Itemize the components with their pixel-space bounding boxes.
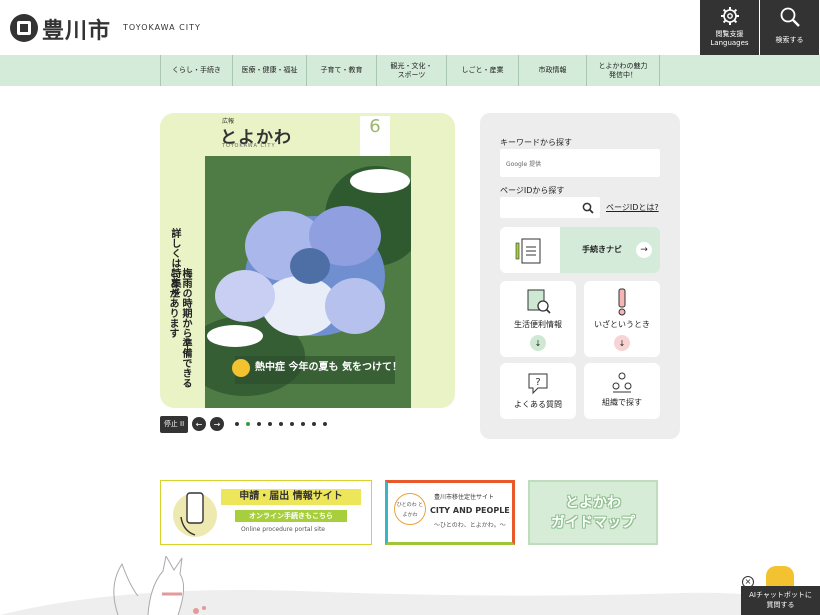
fox-mascot-icon — [113, 556, 206, 615]
search-icon[interactable] — [582, 202, 594, 214]
slider-dot[interactable] — [323, 422, 327, 426]
question-bubble-icon: ? — [528, 373, 548, 395]
slider-pagination — [228, 422, 327, 426]
org-chart-icon — [612, 372, 632, 393]
page-id-heading: ページIDから探す — [500, 186, 565, 195]
people-banner-tag: 〜ひとのわ、とよかわ。〜 — [434, 522, 506, 529]
magnifier-icon — [780, 7, 800, 27]
tile-organization[interactable]: 組織で探す — [584, 363, 660, 419]
keyword-search-heading: キーワードから探す — [500, 138, 572, 147]
ai-chatbot-button[interactable]: AIチャットボットに 質問する — [741, 586, 820, 615]
site-logo-text[interactable]: 豊川市 — [42, 13, 111, 45]
slider-dot[interactable] — [301, 422, 305, 426]
slider-next-button[interactable]: → — [210, 417, 224, 431]
nav-item-health[interactable]: 医療・健康・福祉 — [232, 55, 306, 86]
nav-item-tourism[interactable]: 観光・文化・ スポーツ — [376, 55, 446, 86]
tile-emergency[interactable]: いざというとき ↓ — [584, 281, 660, 357]
slider-controls: 停止 II ← → — [160, 415, 327, 433]
nav-item-label: とよかわの魅力 発信中！ — [598, 61, 648, 79]
nav-item-label: 観光・文化・ スポーツ — [390, 61, 433, 79]
accessibility-languages-label: 閲覧支援 Languages — [710, 30, 749, 47]
online-procedure-banner[interactable]: 申請・届出 情報サイト オンライン手続きもこちら Online procedur… — [160, 480, 372, 545]
feature-caption: 熱中症 今年の夏も 気をつけて！ — [255, 362, 402, 373]
nav-item-label: 医療・健康・福祉 — [241, 66, 298, 74]
people-banner-top: 豊川市移住定住サイト — [434, 494, 495, 501]
svg-text:?: ? — [535, 377, 540, 388]
city-and-people-banner[interactable]: ひとのわ とよかわ 豊川市移住定住サイト CITY AND PEOPLE 〜ひと… — [385, 480, 515, 545]
smartphone-hand-icon — [173, 492, 217, 537]
nav-item-label: しごと・産業 — [461, 66, 504, 74]
gear-icon — [720, 7, 739, 25]
slider-dot[interactable] — [312, 422, 316, 426]
city-emblem-icon[interactable] — [10, 14, 38, 42]
slider-dot[interactable] — [257, 422, 261, 426]
online-banner-en: Online procedure portal site — [241, 526, 325, 533]
issue-number: 6 — [360, 116, 390, 156]
procedure-navi-label: 手続きナビ — [582, 245, 622, 254]
tile-faq[interactable]: ? よくある質問 — [500, 363, 576, 419]
accessibility-languages-button[interactable]: 閲覧支援 Languages — [700, 0, 759, 55]
feature-body-text: 梅雨の時期から準備できることがあります — [167, 268, 191, 388]
tile-living-info[interactable]: 生活便利情報 ↓ — [500, 281, 576, 357]
global-nav: くらし・手続き 医療・健康・福祉 子育て・教育 観光・文化・ スポーツ しごと・… — [0, 55, 820, 86]
slider-dot[interactable] — [235, 422, 239, 426]
slider-dot[interactable] — [246, 422, 250, 426]
page-id-help-link[interactable]: ページIDとは? — [606, 202, 659, 213]
feature-slide[interactable]: 広報 とよかわ TOYOKAWA CITY 6 詳しくは特集を 梅雨の時期から準… — [160, 113, 455, 408]
nav-item-work[interactable]: しごと・産業 — [446, 55, 518, 86]
google-search-label: Google 提供 — [506, 160, 542, 168]
nav-item-attractions[interactable]: とよかわの魅力 発信中！ — [586, 55, 660, 86]
tile-label: 組織で探す — [602, 398, 642, 407]
guide-map-banner[interactable]: とよかわ ガイドマップ — [528, 480, 658, 545]
site-logo-en: TOYOKAWA CITY — [123, 23, 201, 32]
arrow-right-icon: → — [636, 242, 652, 258]
online-banner-sub: オンライン手続きもこちら — [235, 510, 347, 522]
slider-dot[interactable] — [290, 422, 294, 426]
nav-item-municipal[interactable]: 市政情報 — [518, 55, 586, 86]
slider-dot[interactable] — [279, 422, 283, 426]
online-banner-title: 申請・届出 情報サイト — [221, 489, 361, 505]
nav-item-label: くらし・手続き — [172, 66, 221, 74]
site-header: 豊川市 TOYOKAWA CITY 閲覧支援 Languages 検索する — [0, 0, 820, 55]
tile-label: いざというとき — [594, 320, 650, 329]
slider-dot[interactable] — [268, 422, 272, 426]
slider-stop-button[interactable]: 停止 II — [160, 415, 188, 433]
guide-map-line2: ガイドマップ — [551, 515, 635, 531]
site-search-label: 検索する — [775, 36, 804, 44]
arrow-down-icon: ↓ — [530, 335, 546, 351]
hitonowa-logo: ひとのわ とよかわ — [394, 493, 426, 525]
slider-prev-button[interactable]: ← — [192, 417, 206, 431]
nav-item-childcare[interactable]: 子育て・教育 — [306, 55, 376, 86]
google-search-input[interactable]: Google 提供 — [500, 149, 660, 177]
arrow-down-icon: ↓ — [614, 335, 630, 351]
book-search-icon — [527, 289, 551, 314]
search-panel: キーワードから探す Google 提供 ページIDから探す ページIDとは? 手… — [480, 113, 680, 439]
magazine-subtitle: TOYOKAWA CITY — [222, 143, 276, 149]
nav-item-label: 市政情報 — [538, 66, 567, 74]
procedure-navi-card[interactable]: 手続きナビ → — [500, 227, 660, 273]
exclamation-icon — [618, 288, 626, 316]
document-pen-icon — [515, 238, 541, 264]
guide-map-line1: とよかわ — [565, 495, 621, 511]
chatbot-mascot-icon — [766, 566, 794, 586]
tile-label: よくある質問 — [514, 400, 562, 409]
people-banner-main: CITY AND PEOPLE — [430, 506, 510, 515]
nav-item-living[interactable]: くらし・手続き — [160, 55, 232, 86]
site-search-button[interactable]: 検索する — [760, 0, 819, 55]
nav-item-label: 子育て・教育 — [320, 66, 363, 74]
tile-label: 生活便利情報 — [514, 320, 562, 329]
